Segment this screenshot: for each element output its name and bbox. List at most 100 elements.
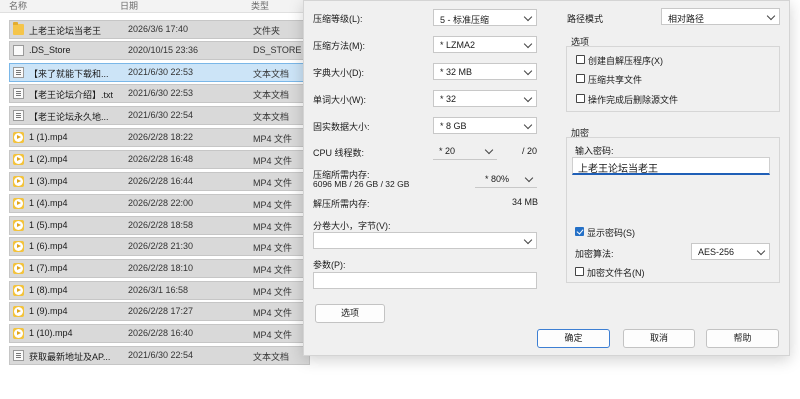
solid-block-select[interactable]: * 8 GB bbox=[433, 117, 537, 134]
video-file-icon bbox=[13, 176, 24, 187]
text-file-icon bbox=[13, 350, 24, 361]
file-icon bbox=[13, 45, 24, 56]
encrypt-filenames-checkbox[interactable] bbox=[575, 267, 584, 276]
file-row-selected[interactable]: 【来了就能下载和... 2021/6/30 22:53 文本文档 bbox=[9, 63, 310, 82]
file-name: 获取最新地址及AP... bbox=[29, 352, 111, 362]
file-type: MP4 文件 bbox=[253, 178, 293, 188]
parameters-input[interactable] bbox=[313, 272, 537, 289]
memory-usage-select[interactable]: * 80% bbox=[475, 171, 537, 188]
encrypt-filenames-label[interactable]: 加密文件名(N) bbox=[587, 266, 645, 279]
file-row[interactable]: 1 (6).mp4 2026/2/28 21:30 MP4 文件 bbox=[9, 237, 310, 256]
file-name: 【老王论坛介绍】.txt bbox=[29, 90, 114, 100]
compression-level-label: 压缩等级(L): bbox=[313, 14, 363, 24]
file-date: 2021/6/30 22:54 bbox=[128, 350, 194, 360]
file-type: MP4 文件 bbox=[253, 330, 293, 340]
file-date: 2026/2/28 16:44 bbox=[128, 176, 194, 186]
file-date: 2021/6/30 22:53 bbox=[128, 67, 194, 77]
file-row[interactable]: 【老王论坛永久地... 2021/6/30 22:54 文本文档 bbox=[9, 106, 310, 125]
file-name: 【来了就能下载和... bbox=[29, 69, 109, 79]
show-password-label[interactable]: 显示密码(S) bbox=[587, 226, 635, 239]
video-file-icon bbox=[13, 132, 24, 143]
file-name: 1 (5).mp4 bbox=[29, 220, 68, 230]
file-name: 1 (2).mp4 bbox=[29, 154, 68, 164]
file-row[interactable]: 1 (5).mp4 2026/2/28 18:58 MP4 文件 bbox=[9, 216, 310, 235]
file-name: 1 (8).mp4 bbox=[29, 285, 68, 295]
ok-button[interactable]: 确定 bbox=[537, 329, 610, 348]
solid-block-label: 固实数据大小: bbox=[313, 122, 370, 132]
file-date: 2021/6/30 22:53 bbox=[128, 88, 194, 98]
column-date[interactable]: 日期 bbox=[120, 0, 138, 12]
word-size-select[interactable]: * 32 bbox=[433, 90, 537, 107]
file-date: 2026/2/28 17:27 bbox=[128, 306, 194, 316]
encryption-method-label: 加密算法: bbox=[575, 249, 614, 259]
file-row[interactable]: 获取最新地址及AP... 2021/6/30 22:54 文本文档 bbox=[9, 346, 310, 365]
file-type: 文本文档 bbox=[253, 352, 290, 362]
cancel-button[interactable]: 取消 bbox=[623, 329, 695, 348]
file-type: 文件夹 bbox=[253, 26, 281, 36]
folder-icon bbox=[13, 22, 24, 35]
video-file-icon bbox=[13, 154, 24, 165]
file-name: 1 (1).mp4 bbox=[29, 132, 68, 142]
encryption-method-value: AES-256 bbox=[698, 247, 735, 257]
text-file-icon bbox=[13, 67, 24, 78]
password-input[interactable]: 上老王论坛当老王 bbox=[572, 157, 770, 175]
file-row[interactable]: .DS_Store 2020/10/15 23:36 DS_STORE bbox=[9, 41, 310, 60]
path-mode-label: 路径模式 bbox=[567, 14, 604, 24]
text-file-icon bbox=[13, 110, 24, 121]
memory-compress-detail: 6096 MB / 26 GB / 32 GB bbox=[313, 179, 410, 189]
file-date: 2026/2/28 18:22 bbox=[128, 132, 194, 142]
cpu-threads-label: CPU 线程数: bbox=[313, 148, 365, 158]
cpu-threads-select[interactable]: * 20 bbox=[433, 143, 497, 160]
file-type: MP4 文件 bbox=[253, 265, 293, 275]
create-sfx-checkbox[interactable] bbox=[576, 55, 585, 64]
video-file-icon bbox=[13, 220, 24, 231]
file-name: 1 (3).mp4 bbox=[29, 176, 68, 186]
memory-usage-value: * 80% bbox=[485, 174, 510, 184]
video-file-icon bbox=[13, 328, 24, 339]
word-size-value: * 32 bbox=[440, 94, 457, 104]
file-date: 2026/2/28 18:58 bbox=[128, 220, 194, 230]
file-row[interactable]: 1 (3).mp4 2026/2/28 16:44 MP4 文件 bbox=[9, 172, 310, 191]
options-button[interactable]: 选项 bbox=[315, 304, 385, 323]
file-row[interactable]: 1 (1).mp4 2026/2/28 18:22 MP4 文件 bbox=[9, 128, 310, 147]
column-header: 名称 日期 类型 bbox=[0, 0, 310, 13]
file-date: 2020/10/15 23:36 bbox=[128, 45, 199, 55]
help-button[interactable]: 帮助 bbox=[706, 329, 779, 348]
compression-method-label: 压缩方法(M): bbox=[313, 41, 365, 51]
file-row[interactable]: 1 (4).mp4 2026/2/28 22:00 MP4 文件 bbox=[9, 194, 310, 213]
file-row[interactable]: 1 (10).mp4 2026/2/28 16:40 MP4 文件 bbox=[9, 324, 310, 343]
delete-after-checkbox[interactable] bbox=[576, 94, 585, 103]
chevron-down-icon bbox=[523, 93, 533, 103]
word-size-label: 单词大小(W): bbox=[313, 95, 366, 105]
show-password-checkbox[interactable] bbox=[575, 227, 584, 236]
file-row[interactable]: 1 (2).mp4 2026/2/28 16:48 MP4 文件 bbox=[9, 150, 310, 169]
file-row[interactable]: 1 (9).mp4 2026/2/28 17:27 MP4 文件 bbox=[9, 302, 310, 321]
file-name: 1 (9).mp4 bbox=[29, 306, 68, 316]
compression-level-select[interactable]: 5 - 标准压缩 bbox=[433, 9, 537, 26]
file-row[interactable]: 1 (8).mp4 2026/3/1 16:58 MP4 文件 bbox=[9, 281, 310, 300]
file-row[interactable]: 1 (7).mp4 2026/2/28 18:10 MP4 文件 bbox=[9, 259, 310, 278]
file-date: 2026/3/6 17:40 bbox=[128, 24, 189, 34]
compress-shared-label[interactable]: 压缩共享文件 bbox=[588, 73, 642, 86]
file-date: 2026/2/28 18:10 bbox=[128, 263, 194, 273]
compress-shared-checkbox[interactable] bbox=[576, 74, 585, 83]
encryption-method-select[interactable]: AES-256 bbox=[691, 243, 770, 260]
dictionary-size-select[interactable]: * 32 MB bbox=[433, 63, 537, 80]
path-mode-select[interactable]: 相对路径 bbox=[661, 8, 780, 25]
file-row[interactable]: 上老王论坛当老王 2026/3/6 17:40 文件夹 bbox=[9, 20, 310, 39]
parameters-label: 参数(P): bbox=[313, 260, 346, 270]
file-name: 上老王论坛当老王 bbox=[29, 26, 102, 36]
column-type[interactable]: 类型 bbox=[251, 0, 269, 12]
chevron-down-icon bbox=[523, 39, 533, 49]
file-type: MP4 文件 bbox=[253, 308, 293, 318]
chevron-down-icon bbox=[523, 66, 533, 76]
chevron-down-icon bbox=[523, 120, 533, 130]
column-name[interactable]: 名称 bbox=[9, 0, 27, 12]
file-row[interactable]: 【老王论坛介绍】.txt 2021/6/30 22:53 文本文档 bbox=[9, 84, 310, 103]
split-volume-select[interactable] bbox=[313, 232, 537, 249]
file-type: MP4 文件 bbox=[253, 156, 293, 166]
delete-after-label[interactable]: 操作完成后删除源文件 bbox=[588, 93, 678, 106]
create-sfx-label[interactable]: 创建自解压程序(X) bbox=[588, 54, 663, 67]
file-type: 文本文档 bbox=[253, 90, 290, 100]
compression-method-select[interactable]: * LZMA2 bbox=[433, 36, 537, 53]
